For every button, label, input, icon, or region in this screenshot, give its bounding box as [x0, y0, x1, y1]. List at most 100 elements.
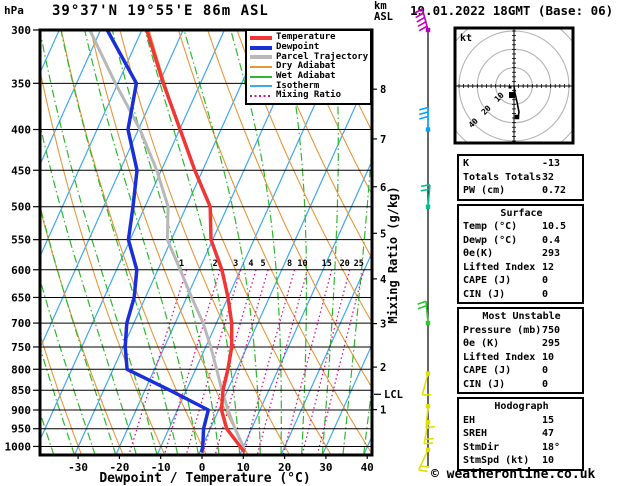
stat-label: θe(K)	[463, 247, 542, 261]
stat-label: CIN (J)	[463, 288, 542, 302]
legend-label: Dewpoint	[276, 43, 319, 52]
wet-adiabat-line	[145, 30, 240, 455]
dewpoint-curve	[107, 30, 208, 451]
dry-adiabat-line	[618, 30, 629, 455]
temp-tick-label: 40	[361, 461, 374, 474]
pressure-tick-label: 350	[11, 77, 31, 90]
km-tick-label: 7	[380, 134, 386, 146]
stat-row: SREH47	[463, 427, 580, 441]
legend-box: TemperatureDewpointParcel TrajectoryDry …	[245, 29, 372, 105]
stat-value: 750	[542, 324, 580, 338]
km-tick-label: 1	[380, 405, 386, 417]
legend-label: Wet Adiabat	[276, 72, 336, 81]
stat-value: 0	[542, 274, 580, 288]
stat-value: 47	[542, 427, 580, 441]
stat-row: CAPE (J)0	[463, 364, 580, 378]
stat-label: Lifted Index	[463, 351, 542, 365]
stat-row: StmSpd (kt)10	[463, 454, 580, 468]
wind-barb	[424, 420, 434, 444]
pressure-tick-label: 450	[11, 164, 31, 177]
stat-row: CIN (J)0	[463, 288, 580, 302]
stat-label: StmDir	[463, 441, 542, 455]
stat-value: 18°	[542, 441, 580, 455]
mixing-ratio-axis-title: Mixing Ratio (g/kg)	[386, 186, 400, 323]
stat-row: Lifted Index12	[463, 261, 580, 275]
stat-row: EH15	[463, 414, 580, 428]
wind-barb	[419, 108, 430, 132]
stat-row: StmDir18°	[463, 441, 580, 455]
stat-label: Pressure (mb)	[463, 324, 542, 338]
mixing-ratio-value-label: 5	[260, 259, 265, 269]
panel-title: Surface	[463, 207, 580, 221]
stat-row: θe(K)293	[463, 247, 580, 261]
stat-value: 0.72	[542, 184, 580, 198]
stat-label: Temp (°C)	[463, 220, 542, 234]
stats-panel-most-unstable: Most UnstablePressure (mb)750θe (K)295Li…	[457, 307, 584, 394]
stat-label: Totals Totals	[463, 171, 542, 185]
mixing-ratio-value-label: 1	[179, 259, 184, 269]
legend-label: Mixing Ratio	[276, 91, 341, 100]
stat-value: 10	[542, 454, 580, 468]
wind-barb	[421, 185, 431, 209]
stat-row: θe (K)295	[463, 337, 580, 351]
stat-value: 293	[542, 247, 580, 261]
legend-swatch-isotherm	[250, 85, 272, 87]
hodograph-marker	[509, 86, 512, 89]
pressure-tick-label: 800	[11, 363, 31, 376]
pressure-tick-label: 950	[11, 423, 31, 436]
stat-row: Lifted Index10	[463, 351, 580, 365]
stat-value: 0	[542, 364, 580, 378]
km-tick-label: 8	[380, 84, 386, 96]
skewt-sounding-screen: hPa 39°37'N 19°55'E 86m ASL kmASL 19.01.…	[0, 0, 629, 486]
pressure-tick-label: 650	[11, 291, 31, 304]
stat-label: Dewp (°C)	[463, 234, 542, 248]
pressure-tick-label: 300	[11, 24, 31, 37]
stat-label: StmSpd (kt)	[463, 454, 542, 468]
panel-title: Hodograph	[463, 400, 580, 414]
stats-panels: K-13Totals Totals32PW (cm)0.72 SurfaceTem…	[457, 154, 584, 474]
stat-row: Temp (°C)10.5	[463, 220, 580, 234]
stat-label: PW (cm)	[463, 184, 542, 198]
legend-item: Wet Adiabat	[250, 72, 370, 82]
stat-row: Pressure (mb)750	[463, 324, 580, 338]
pressure-tick-label: 600	[11, 264, 31, 277]
stat-label: Lifted Index	[463, 261, 542, 275]
stat-row: CIN (J)0	[463, 378, 580, 392]
legend-swatch-dry-adiabat	[250, 66, 272, 68]
mixing-ratio-value-label: 20	[340, 259, 350, 269]
stat-label: θe (K)	[463, 337, 542, 351]
stat-label: CAPE (J)	[463, 364, 542, 378]
mixing-ratio-value-label: 4	[248, 259, 253, 269]
stat-value: 295	[542, 337, 580, 351]
stat-label: EH	[463, 414, 542, 428]
legend-swatch-temperature	[250, 36, 272, 40]
legend-swatch-dewpoint	[250, 46, 272, 50]
pressure-tick-label: 750	[11, 341, 31, 354]
hodograph-unit-label: kt	[460, 33, 472, 44]
stat-value: 32	[542, 171, 580, 185]
stats-panel-surface: SurfaceTemp (°C)10.5Dewp (°C)0.4θe(K)293…	[457, 204, 584, 305]
stat-label: CIN (J)	[463, 378, 542, 392]
pressure-tick-label: 850	[11, 384, 31, 397]
mixing-ratio-value-label: 2	[212, 259, 217, 269]
km-tick-label: 2	[380, 362, 386, 374]
stat-label: CAPE (J)	[463, 274, 542, 288]
wet-adiabat-line	[85, 30, 199, 455]
legend-swatch-mixing-ratio	[250, 95, 272, 97]
stat-value: 10.5	[542, 220, 580, 234]
legend-item: Mixing Ratio	[250, 91, 370, 101]
hodograph-marker	[509, 92, 515, 98]
mixing-ratio-value-label: 15	[322, 259, 332, 269]
legend-item: Dewpoint	[250, 43, 370, 53]
stat-row: CAPE (J)0	[463, 274, 580, 288]
legend-swatch-wet-adiabat	[250, 76, 272, 78]
stat-value: 0.4	[542, 234, 580, 248]
hodograph: 102040kt	[441, 13, 588, 160]
stat-value: 10	[542, 351, 580, 365]
stats-panel-hodograph: HodographEH15SREH47StmDir18°StmSpd (kt)1…	[457, 397, 584, 471]
stat-value: 12	[542, 261, 580, 275]
pressure-tick-label: 900	[11, 404, 31, 417]
mixing-ratio-value-label: 3	[233, 259, 238, 269]
stat-value: 0	[542, 288, 580, 302]
stat-row: K-13	[463, 157, 580, 171]
